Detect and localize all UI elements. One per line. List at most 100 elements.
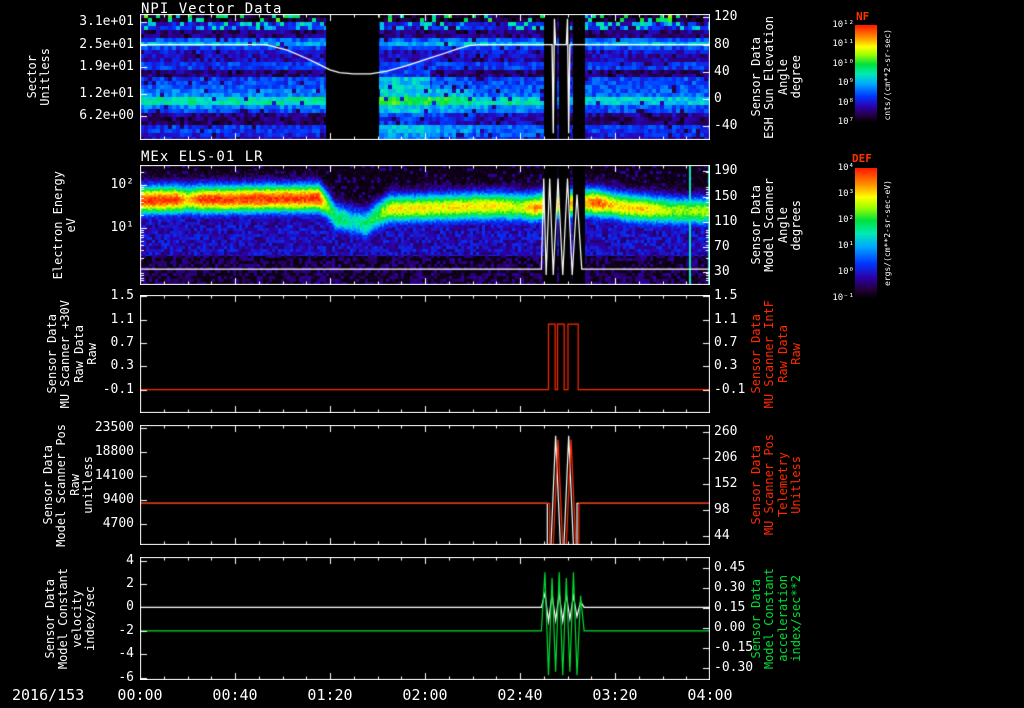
cb2-tick-0: 10⁴ — [837, 163, 854, 173]
panel4-left-axis-label: Sensor Data Model Scanner Pos Raw unitless — [41, 424, 96, 547]
x-axis-tick-4: 02:40 — [497, 686, 543, 704]
panel5-right-tick-5: -0.30 — [714, 659, 754, 675]
panel3-left-axis-label-line1: Sensor Data — [45, 314, 59, 394]
panel2-right-tick-2: 110 — [714, 213, 738, 229]
panel2-right-axis-label-line2: Model Scanner — [762, 178, 777, 272]
cb2-tick-4: 10⁰ — [837, 267, 854, 277]
colorbar2-title: DEF — [852, 152, 872, 165]
figure-root: NPI Vector Data MEx ELS-01 LR NF DEF cnt… — [0, 0, 1024, 708]
colorbar2-canvas — [855, 168, 877, 298]
panel5-right-axis-label-line4: index/sec**2 — [789, 575, 804, 662]
cb1-tick-3: 10⁹ — [837, 78, 854, 89]
panel5-right-tick-0: 0.45 — [714, 559, 746, 575]
panel1-right-tick-2: 40 — [714, 63, 730, 79]
colorbar1-title: NF — [856, 10, 870, 23]
panel3-right-tick-1: 1.1 — [714, 311, 738, 327]
cb1-tick-4: 10⁸ — [837, 97, 854, 108]
panel5-right-tick-1: 0.30 — [714, 579, 746, 595]
panel4-right-axis-label-line1: Sensor Data — [749, 445, 763, 525]
panel2-left-axis-label: Electron Energy eV — [51, 165, 79, 285]
panel3-left-axis-label-line2: MU Scanner +30V — [58, 299, 73, 409]
panel1-right-tick-0: 120 — [714, 9, 738, 25]
panel5-right-axis-label: Sensor Data Model Constant acceleration ind… — [749, 557, 804, 680]
panel5-left-axis-label-line3: velocity — [69, 589, 84, 648]
cb1-tick-2: 10¹⁰ — [832, 58, 854, 69]
panel1-right-axis-label: Sensor Data ESH Sun Elevation Angle degree — [749, 14, 804, 140]
panel4-right-tick-4: 44 — [714, 527, 730, 543]
panel2-heatmap-canvas — [140, 165, 710, 285]
panel5-left-axis-label: Sensor Data Model Constant velocity index/s… — [43, 557, 98, 680]
x-axis-tick-1: 00:40 — [212, 686, 258, 704]
panel5-right-tick-4: -0.15 — [714, 639, 754, 655]
panel3-left-axis-label: Sensor Data MU Scanner +30V Raw Data Raw — [45, 295, 100, 413]
colorbar2-unit: ergs/(cm**2-sr-sec-eV) — [883, 163, 893, 303]
colorbar2-unit-text: ergs/(cm**2-sr-sec-eV) — [883, 180, 892, 286]
panel3-right-axis-label-line4: Raw — [789, 343, 804, 365]
panel2-right-axis-label-line3: Angle — [775, 206, 790, 244]
panel3-left-axis-label-line3: Raw Data — [71, 325, 86, 383]
panel5-right-axis-label-line1: Sensor Data — [749, 578, 763, 659]
panel3-right-axis-label-line1: Sensor Data — [749, 314, 763, 394]
panel1-right-tick-4: -40 — [714, 118, 738, 134]
x-axis-tick-6: 04:00 — [687, 686, 733, 704]
panel5-right-tick-2: 0.15 — [714, 599, 746, 615]
panel1-right-axis-label-line1: Sensor Data — [749, 37, 763, 117]
panel4-right-tick-2: 152 — [714, 475, 738, 491]
x-axis-tick-3: 02:00 — [402, 686, 448, 704]
panel5-right-axis-label-line3: acceleration — [775, 575, 790, 662]
panel5-left-axis-label-line4: index/sec — [83, 585, 98, 652]
panel2-title: MEx ELS-01 LR — [141, 149, 264, 165]
panel3-right-tick-4: -0.1 — [714, 381, 746, 397]
panel2-right-tick-0: 190 — [714, 163, 738, 179]
panel2-right-tick-4: 30 — [714, 264, 730, 280]
panel4-right-tick-0: 260 — [714, 423, 738, 439]
panel4-left-axis-label-line1: Sensor Data — [41, 445, 55, 525]
panel1-right-axis-label-line4: degree — [789, 55, 804, 99]
panel1-right-axis-label-line2: ESH Sun Elevation — [762, 15, 777, 139]
panel1-left-tick-2: 1.9e+01 — [79, 59, 134, 75]
panel5-right-tick-3: 0.00 — [714, 619, 746, 635]
panel1-right-tick-1: 80 — [714, 36, 730, 52]
panel4-right-tick-1: 206 — [714, 449, 738, 465]
panel1-left-axis-label-line1: Sector — [25, 55, 39, 99]
cb2-tick-2: 10² — [837, 215, 854, 225]
panel5-left-axis-label-line1: Sensor Data — [43, 578, 57, 659]
panel3-right-tick-3: 0.3 — [714, 358, 738, 374]
cb1-tick-1: 10¹¹ — [832, 39, 854, 50]
panel3-right-tick-2: 0.7 — [714, 334, 738, 350]
colorbar1-unit-text: cnts/(cm**2-sr-sec) — [883, 29, 892, 121]
panel1-left-tick-1: 2.5e+01 — [79, 36, 134, 52]
panel5-left-axis-label-line2: Model Constant — [56, 567, 71, 670]
x-axis-tick-2: 01:20 — [307, 686, 353, 704]
panel4-left-axis-label-line3: Raw — [67, 474, 82, 496]
panel4-right-tick-3: 98 — [714, 501, 730, 517]
panel1-left-axis-label: Sector Unitless — [25, 14, 53, 140]
panel1-right-tick-3: 0 — [714, 91, 722, 107]
panel4-right-axis-label-line4: Unitless — [789, 456, 804, 514]
panel2-left-axis-label-line2: eV — [64, 217, 79, 233]
x-axis-tick-0: 00:00 — [117, 686, 163, 704]
panel3-right-axis-label: Sensor Data MU Scanner IntF Raw Data Raw — [749, 295, 804, 413]
panel4-right-axis-label-line3: Telemetry — [775, 452, 790, 518]
cb1-tick-0: 10¹² — [832, 20, 854, 30]
panel1-right-axis-label-line3: Angle — [775, 58, 790, 96]
panel1-left-tick-4: 6.2e+00 — [79, 108, 134, 124]
panel2-right-axis-label-line4: degrees — [789, 199, 804, 251]
panel5-line-canvas — [140, 557, 710, 680]
panel2-left-axis-label-line1: Electron Energy — [51, 170, 65, 280]
panel1-left-tick-3: 1.2e+01 — [79, 86, 134, 102]
cb1-tick-5: 10⁷ — [837, 117, 854, 127]
colorbar1-canvas — [855, 25, 877, 122]
panel4-right-axis-label-line2: MU Scanner Pos — [762, 434, 777, 536]
panel1-left-axis-label-line2: Unitless — [38, 48, 53, 106]
panel1-heatmap-canvas — [140, 14, 710, 140]
panel2-right-tick-3: 70 — [714, 239, 730, 255]
panel1-left-tick-0: 3.1e+01 — [79, 13, 134, 29]
panel3-right-axis-label-line3: Raw Data — [775, 325, 790, 383]
panel3-right-axis-label-line2: MU Scanner IntF — [762, 299, 777, 409]
panel4-left-axis-label-line4: unitless — [81, 456, 96, 514]
panel2-right-tick-1: 150 — [714, 188, 738, 204]
cb2-tick-3: 10¹ — [837, 241, 854, 251]
panel3-line-canvas — [140, 295, 710, 413]
panel5-right-axis-label-line2: Model Constant — [762, 567, 777, 670]
